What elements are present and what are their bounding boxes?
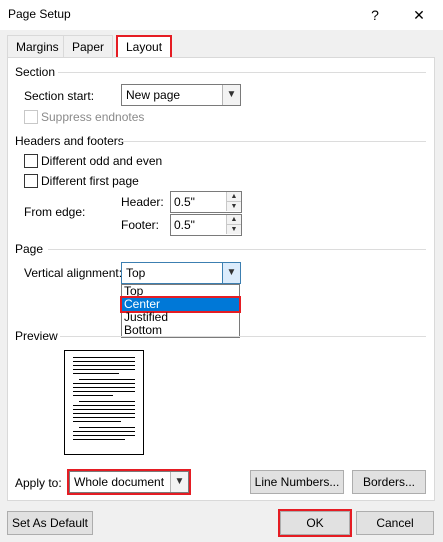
spin-down-icon[interactable]: ▼ (226, 225, 241, 234)
spin-down-icon[interactable]: ▼ (226, 202, 241, 211)
spin-up-icon[interactable]: ▲ (226, 192, 241, 202)
section-start-value: New page (126, 88, 181, 102)
page-heading: Page (15, 242, 44, 256)
section-start-label: Section start: (24, 89, 95, 103)
headers-footers-heading: Headers and footers (15, 134, 124, 148)
preview-heading: Preview (15, 329, 58, 343)
window-title: Page Setup (8, 7, 71, 21)
close-icon[interactable]: ✕ (402, 4, 436, 26)
vertical-alignment-dropdown: Top Center Justified Bottom (120, 284, 241, 338)
apply-to-select[interactable]: Whole document ▼ (67, 469, 191, 495)
help-icon[interactable]: ? (358, 4, 392, 26)
section-start-select[interactable]: New page ▼ (121, 84, 241, 106)
section-separator (58, 72, 426, 73)
apply-to-value: Whole document (74, 475, 165, 489)
suppress-endnotes-label: Suppress endnotes (41, 110, 145, 124)
cancel-button[interactable]: Cancel (356, 511, 434, 535)
odd-even-checkbox[interactable] (24, 154, 38, 168)
page-separator (48, 249, 426, 250)
first-page-label: Different first page (41, 174, 139, 188)
header-distance-spinner[interactable]: 0.5" ▲ ▼ (170, 191, 242, 213)
footer-label: Footer: (121, 218, 160, 232)
from-edge-label: From edge: (24, 205, 86, 219)
borders-button[interactable]: Borders... (352, 470, 426, 494)
vertical-alignment-select[interactable]: Top ▼ (121, 262, 241, 284)
set-as-default-button[interactable]: Set As Default (7, 511, 93, 535)
headers-footers-separator (120, 141, 426, 142)
ok-button[interactable]: OK (278, 509, 352, 537)
section-heading: Section (15, 65, 56, 79)
chevron-down-icon: ▼ (222, 263, 240, 283)
page-preview (64, 350, 144, 455)
tab-margins[interactable]: Margins (7, 35, 68, 58)
chevron-down-icon: ▼ (222, 85, 240, 105)
first-page-checkbox[interactable] (24, 174, 38, 188)
vertical-alignment-label: Vertical alignment: (24, 266, 123, 280)
suppress-endnotes-checkbox[interactable] (24, 110, 38, 124)
title-bar: Page Setup ? ✕ (0, 0, 443, 30)
chevron-down-icon: ▼ (170, 472, 188, 492)
odd-even-label: Different odd and even (41, 154, 163, 168)
spin-up-icon[interactable]: ▲ (226, 215, 241, 225)
footer-distance-spinner[interactable]: 0.5" ▲ ▼ (170, 214, 242, 236)
apply-to-label: Apply to: (15, 476, 62, 490)
tab-paper[interactable]: Paper (63, 35, 114, 58)
header-distance-value: 0.5" (174, 195, 195, 209)
vertical-alignment-value: Top (126, 266, 146, 280)
preview-separator (60, 336, 426, 337)
line-numbers-button[interactable]: Line Numbers... (250, 470, 344, 494)
header-label: Header: (121, 195, 164, 209)
footer-distance-value: 0.5" (174, 218, 195, 232)
